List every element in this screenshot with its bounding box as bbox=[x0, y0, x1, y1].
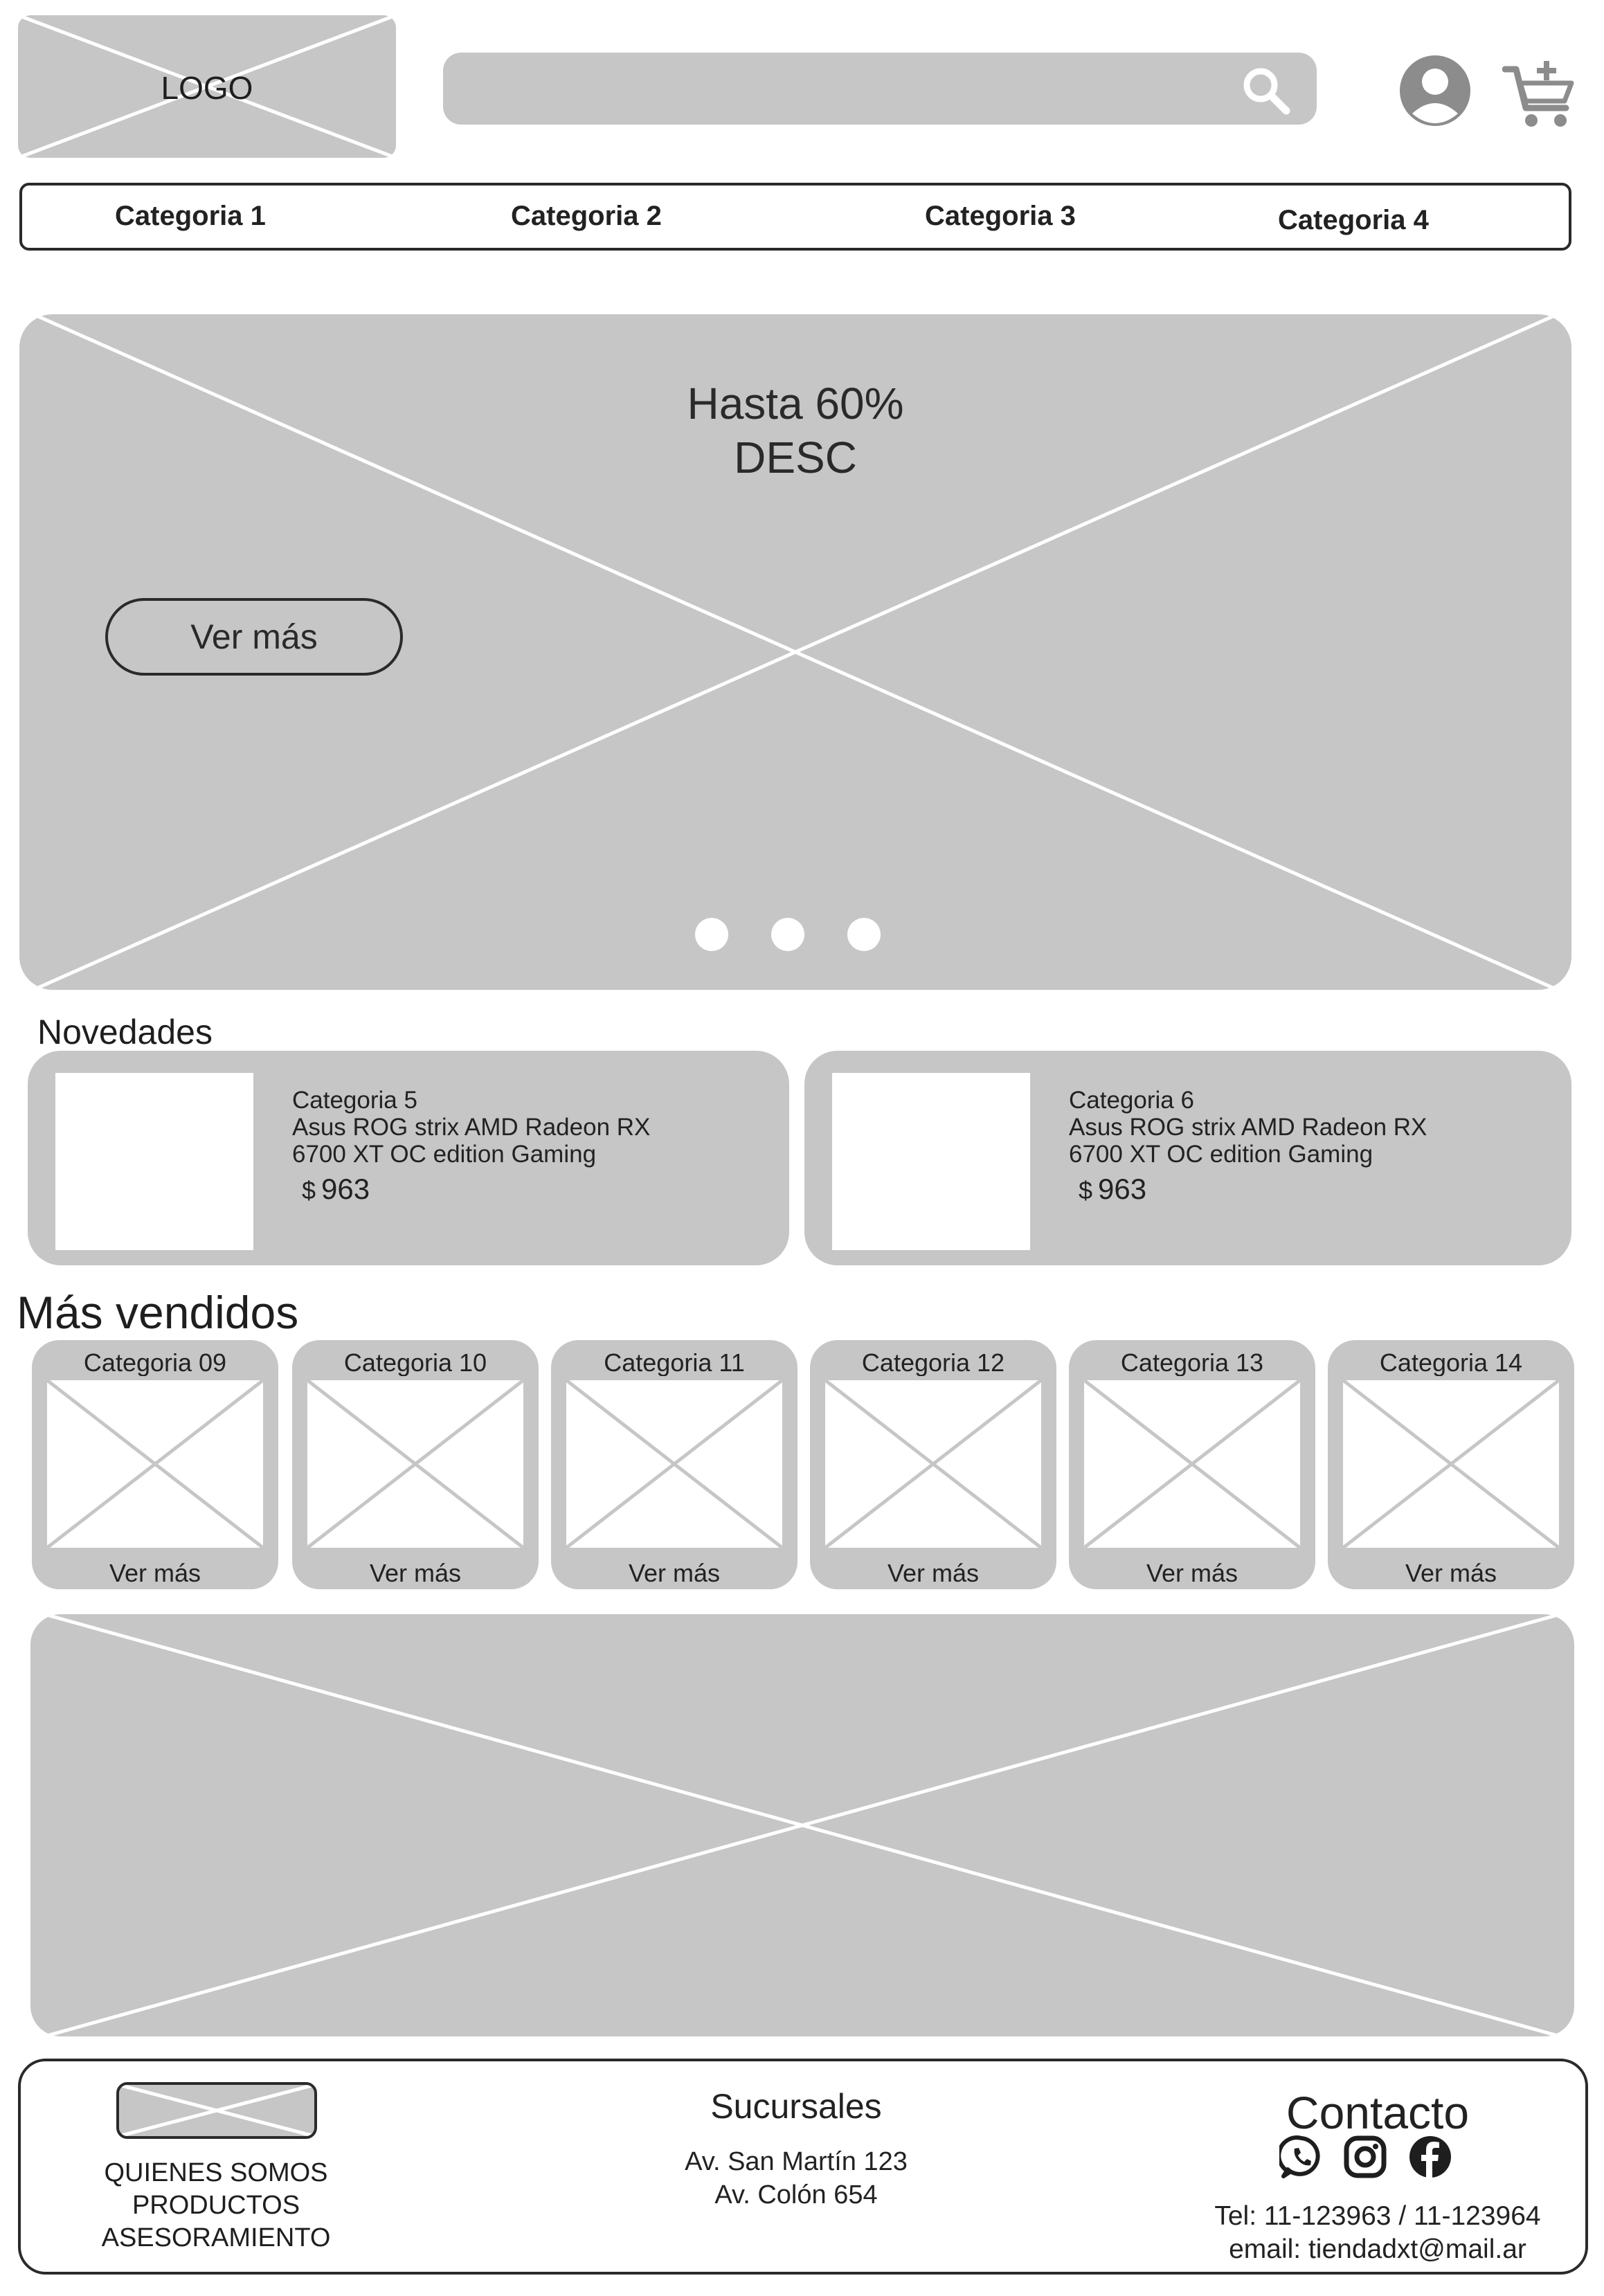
bestseller-card[interactable]: Categoria 11 Ver más bbox=[551, 1340, 798, 1589]
carousel-dot[interactable] bbox=[695, 918, 728, 951]
product-card[interactable]: Categoria 5 Asus ROG strix AMD Radeon RX… bbox=[28, 1051, 789, 1265]
bestseller-category: Categoria 12 bbox=[861, 1348, 1005, 1377]
cart-add-icon[interactable] bbox=[1502, 60, 1578, 129]
carousel-dot[interactable] bbox=[847, 918, 881, 951]
mas-vendidos-title: Más vendidos bbox=[17, 1287, 299, 1338]
bestseller-category: Categoria 11 bbox=[604, 1348, 745, 1377]
bestseller-image[interactable] bbox=[821, 1376, 1045, 1552]
product-name-line2: 6700 XT OC edition Gaming bbox=[292, 1141, 597, 1168]
footer-logo-placeholder[interactable] bbox=[116, 2082, 317, 2139]
product-image[interactable] bbox=[55, 1073, 253, 1250]
carousel-dot[interactable] bbox=[771, 918, 804, 951]
contact-phone: Tel: 11-123963 / 11-123964 bbox=[1214, 2201, 1541, 2231]
bestseller-category: Categoria 14 bbox=[1379, 1348, 1523, 1377]
bestseller-see-more-link[interactable]: Ver más bbox=[292, 1559, 539, 1588]
sucursal-address: Av. San Martín 123 bbox=[685, 2147, 908, 2176]
contact-title: Contacto bbox=[1286, 2087, 1470, 2138]
bestseller-see-more-link[interactable]: Ver más bbox=[1328, 1559, 1574, 1588]
user-icon[interactable] bbox=[1398, 54, 1472, 127]
product-image[interactable] bbox=[832, 1073, 1030, 1250]
bestseller-see-more-link[interactable]: Ver más bbox=[810, 1559, 1056, 1588]
secondary-banner[interactable] bbox=[30, 1614, 1574, 2036]
product-category: Categoria 6 bbox=[1069, 1087, 1194, 1114]
bestseller-image[interactable] bbox=[1339, 1376, 1563, 1552]
logo-text: LOGO bbox=[161, 70, 253, 106]
bestseller-image[interactable] bbox=[562, 1376, 786, 1552]
product-category: Categoria 5 bbox=[292, 1087, 417, 1114]
bestseller-image[interactable] bbox=[303, 1376, 528, 1552]
hero-see-more-button[interactable]: Ver más bbox=[105, 598, 403, 676]
nav-item-categoria-3[interactable]: Categoria 3 bbox=[925, 201, 1076, 232]
footer-links: QUIENES SOMOS PRODUCTOS ASESORAMIENTO bbox=[84, 2157, 348, 2254]
bestseller-category: Categoria 09 bbox=[83, 1348, 227, 1377]
bestseller-category: Categoria 10 bbox=[343, 1348, 487, 1377]
bestseller-category: Categoria 13 bbox=[1120, 1348, 1264, 1377]
hero-title: Hasta 60% DESC bbox=[19, 377, 1571, 485]
contact-email[interactable]: email: tiendadxt@mail.ar bbox=[1170, 2234, 1585, 2265]
footer-link-productos[interactable]: PRODUCTOS bbox=[84, 2189, 348, 2222]
product-info: Categoria 5 Asus ROG strix AMD Radeon RX… bbox=[292, 1087, 650, 1168]
bestseller-card[interactable]: Categoria 14 Ver más bbox=[1328, 1340, 1574, 1589]
bestseller-image[interactable] bbox=[43, 1376, 267, 1552]
search-icon[interactable] bbox=[1241, 65, 1292, 116]
currency-symbol: $ bbox=[302, 1176, 316, 1204]
category-nav: Categoria 1 Categoria 2 Categoria 3 Cate… bbox=[19, 183, 1571, 251]
bestseller-image[interactable] bbox=[1080, 1376, 1304, 1552]
sucursales-title: Sucursales bbox=[710, 2087, 882, 2126]
product-name-line2: 6700 XT OC edition Gaming bbox=[1069, 1141, 1373, 1168]
product-card[interactable]: Categoria 6 Asus ROG strix AMD Radeon RX… bbox=[804, 1051, 1571, 1265]
bestseller-see-more-link[interactable]: Ver más bbox=[551, 1559, 798, 1588]
logo-placeholder[interactable]: LOGO bbox=[17, 13, 397, 160]
hero-title-line2: DESC bbox=[734, 433, 857, 482]
sucursal-address: Av. Colón 654 bbox=[714, 2180, 878, 2209]
instagram-icon[interactable] bbox=[1343, 2135, 1387, 2179]
hero-title-line1: Hasta 60% bbox=[687, 379, 904, 428]
nav-item-categoria-2[interactable]: Categoria 2 bbox=[511, 201, 662, 232]
bestseller-see-more-link[interactable]: Ver más bbox=[1069, 1559, 1315, 1588]
nav-item-categoria-1[interactable]: Categoria 1 bbox=[115, 201, 266, 232]
bestseller-see-more-link[interactable]: Ver más bbox=[32, 1559, 278, 1588]
price-value: 963 bbox=[321, 1173, 370, 1205]
facebook-icon[interactable] bbox=[1408, 2135, 1452, 2179]
product-price: $963 bbox=[1079, 1173, 1146, 1206]
product-info: Categoria 6 Asus ROG strix AMD Radeon RX… bbox=[1069, 1087, 1427, 1168]
footer-link-asesoramiento[interactable]: ASESORAMIENTO bbox=[84, 2222, 348, 2254]
whatsapp-icon[interactable] bbox=[1279, 2135, 1324, 2179]
price-value: 963 bbox=[1098, 1173, 1147, 1205]
product-name-line1: Asus ROG strix AMD Radeon RX bbox=[1069, 1114, 1427, 1141]
footer-link-quienes-somos[interactable]: QUIENES SOMOS bbox=[84, 2157, 348, 2189]
bestseller-card[interactable]: Categoria 12 Ver más bbox=[810, 1340, 1056, 1589]
currency-symbol: $ bbox=[1079, 1176, 1093, 1204]
bestseller-card[interactable]: Categoria 09 Ver más bbox=[32, 1340, 278, 1589]
search-input[interactable] bbox=[443, 53, 1317, 125]
footer: QUIENES SOMOS PRODUCTOS ASESORAMIENTO Su… bbox=[18, 2059, 1588, 2275]
nav-item-categoria-4[interactable]: Categoria 4 bbox=[1278, 205, 1429, 236]
novedades-title: Novedades bbox=[37, 1013, 213, 1051]
bestseller-card[interactable]: Categoria 10 Ver más bbox=[292, 1340, 539, 1589]
product-price: $963 bbox=[302, 1173, 370, 1206]
product-name-line1: Asus ROG strix AMD Radeon RX bbox=[292, 1114, 651, 1141]
hero-banner[interactable]: Hasta 60% DESC Ver más bbox=[19, 314, 1571, 990]
bestseller-card[interactable]: Categoria 13 Ver más bbox=[1069, 1340, 1315, 1589]
